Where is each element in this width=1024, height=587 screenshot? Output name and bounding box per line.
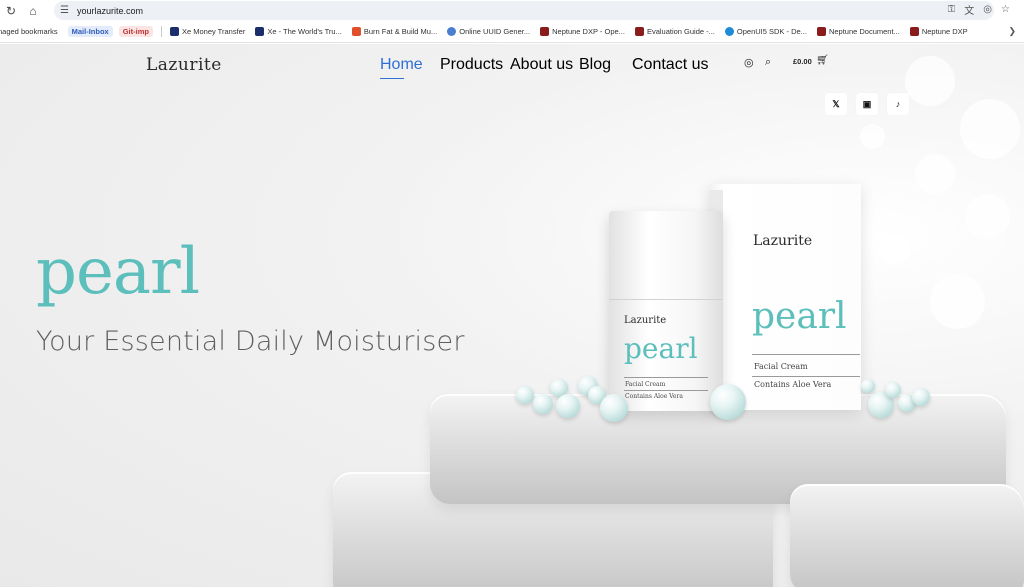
- xe-favicon-icon: [169, 27, 179, 36]
- stone-right: [790, 484, 1024, 587]
- jar-logo: Lazurite: [624, 315, 667, 326]
- nav-about-us[interactable]: About us: [510, 56, 573, 74]
- bookmark-label: Xe Money Transfer: [181, 27, 246, 36]
- bookmark-evaluation-guide[interactable]: Evaluation Guide -...: [634, 27, 715, 36]
- box-logo: Lazurite: [753, 233, 813, 249]
- bookmark-label: OpenUI5 SDK - De...: [736, 27, 807, 36]
- bookmark-label: naged bookmarks: [0, 27, 58, 36]
- neptune-favicon-icon: [634, 27, 644, 36]
- box-divider: [752, 376, 860, 377]
- bookmark-label: Evaluation Guide -...: [646, 27, 715, 36]
- bookmark-label: Git-imp: [122, 27, 149, 36]
- cart-total[interactable]: £0.00: [793, 57, 812, 66]
- search-icon[interactable]: ⌕: [765, 56, 771, 69]
- cart-icon[interactable]: 🛒︎: [816, 55, 829, 66]
- nav-active-indicator: [380, 78, 404, 79]
- pearl: [556, 394, 580, 418]
- hero-tagline: Your Essential Daily Moisturiser: [36, 326, 465, 357]
- box-divider: [752, 354, 860, 355]
- password-key-icon[interactable]: ⚿: [948, 4, 956, 15]
- neptune-favicon-icon: [816, 27, 826, 36]
- account-icon[interactable]: ◎: [744, 56, 754, 69]
- bokeh-light: [860, 124, 885, 149]
- neptune-favicon-icon: [909, 27, 919, 36]
- home-icon[interactable]: ⌂: [22, 0, 44, 21]
- nav-blog[interactable]: Blog: [579, 56, 611, 74]
- bokeh-light: [880, 234, 910, 264]
- web-page: Lazurite Home Products About us Blog Con…: [0, 44, 1024, 587]
- bookmark-burn-fat[interactable]: Burn Fat & Build Mu...: [351, 27, 438, 36]
- pearl: [533, 394, 553, 414]
- eye-off-icon[interactable]: ◎: [983, 4, 992, 15]
- bokeh-light: [915, 154, 955, 194]
- star-bookmark-icon[interactable]: ☆: [1001, 4, 1010, 15]
- site-logo[interactable]: Lazurite: [146, 55, 222, 75]
- bookmark-mail-inbox[interactable]: Mail-Inbox: [67, 26, 113, 37]
- nav-products[interactable]: Products: [440, 56, 503, 74]
- bokeh-light: [930, 274, 985, 329]
- bookmark-neptune-ope[interactable]: Neptune DXP - Ope...: [540, 27, 625, 36]
- bookmark-openui5[interactable]: OpenUI5 SDK - De...: [724, 27, 807, 36]
- fitness-favicon-icon: [351, 27, 361, 36]
- bookmark-label: Mail-Inbox: [71, 27, 109, 36]
- address-bar[interactable]: ☰ yourlazurite.com: [54, 1, 994, 20]
- jar-divider: [624, 390, 708, 391]
- jar-line2: Contains Aloe Vera: [625, 393, 683, 400]
- hero-brand-word: pearl: [36, 235, 200, 309]
- browser-toolbar: ↻ ⌂ ☰ yourlazurite.com ⚿ 文 ◎ ☆: [0, 0, 1024, 21]
- bookmark-managed[interactable]: naged bookmarks: [0, 27, 58, 36]
- bookmark-neptune-dxp[interactable]: Neptune DXP: [909, 27, 968, 36]
- bookmark-label: Xe - The World's Tru...: [267, 27, 342, 36]
- pearl: [710, 384, 746, 420]
- nav-home[interactable]: Home: [380, 56, 423, 74]
- tiktok-icon[interactable]: ♪: [887, 93, 909, 115]
- jar-cap-seam: [609, 299, 723, 300]
- bookmark-label: Neptune DXP: [921, 27, 968, 36]
- nav-contact-us[interactable]: Contact us: [632, 56, 708, 74]
- bookmark-xe-money[interactable]: Xe Money Transfer: [169, 27, 246, 36]
- bokeh-light: [905, 56, 955, 106]
- box-line1: Facial Cream: [754, 362, 808, 371]
- bookmarks-overflow-icon[interactable]: ❯: [1008, 26, 1016, 37]
- bookmark-label: Online UUID Gener...: [459, 27, 531, 36]
- pearl: [861, 379, 875, 393]
- jar-brand: pearl: [624, 332, 698, 365]
- bookmark-label: Neptune DXP - Ope...: [552, 27, 625, 36]
- pearl: [885, 382, 901, 398]
- box-brand: pearl: [752, 296, 847, 337]
- address-bar-actions: ⚿ 文 ◎ ☆: [948, 0, 1010, 19]
- bokeh-light: [965, 194, 1010, 239]
- bookmark-label: Burn Fat & Build Mu...: [363, 27, 438, 36]
- globe-favicon-icon: [447, 27, 457, 36]
- bookmark-uuid[interactable]: Online UUID Gener...: [447, 27, 530, 36]
- pearl: [912, 388, 930, 406]
- openui5-favicon-icon: [724, 27, 734, 36]
- box-line2: Contains Aloe Vera: [754, 380, 832, 389]
- pearl: [516, 386, 534, 404]
- translate-icon[interactable]: 文: [964, 2, 974, 17]
- bokeh-light: [960, 99, 1020, 159]
- jar-divider: [624, 377, 708, 378]
- xe-favicon-icon: [255, 27, 265, 36]
- bookmark-xe-world[interactable]: Xe - The World's Tru...: [255, 27, 342, 36]
- site-info-icon[interactable]: ☰: [60, 5, 69, 16]
- x-twitter-icon[interactable]: 𝕏: [825, 93, 847, 115]
- bookmark-label: Neptune Document...: [828, 27, 900, 36]
- reload-icon[interactable]: ↻: [0, 0, 22, 21]
- bookmark-separator: [160, 26, 162, 37]
- neptune-favicon-icon: [540, 27, 550, 36]
- jar-line1: Facial Cream: [625, 381, 666, 388]
- bookmark-neptune-doc[interactable]: Neptune Document...: [816, 27, 900, 36]
- bookmark-git-imp[interactable]: Git-imp: [118, 26, 153, 37]
- url-text: yourlazurite.com: [76, 5, 143, 16]
- bookmarks-bar: naged bookmarks Mail-Inbox Git-imp Xe Mo…: [0, 21, 1024, 43]
- instagram-icon[interactable]: ▣: [856, 93, 878, 115]
- pearl: [600, 394, 628, 422]
